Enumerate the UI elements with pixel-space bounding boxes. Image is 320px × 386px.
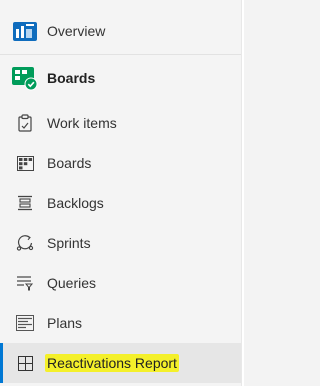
query-icon: [12, 270, 38, 296]
nav-item-label: Plans: [47, 315, 83, 331]
plans-icon: [12, 310, 38, 336]
board-icon: [12, 150, 38, 176]
active-indicator: [0, 343, 3, 383]
divider: [0, 54, 241, 55]
nav-item-label: Queries: [47, 275, 97, 291]
nav-item-label: Backlogs: [47, 195, 104, 211]
overview-icon: [12, 18, 38, 44]
nav-item-label: Sprints: [47, 235, 91, 251]
nav-section-label: Boards: [47, 70, 96, 86]
scrollbar-track[interactable]: [241, 0, 244, 386]
sprint-icon: [12, 230, 38, 256]
nav-item-plans[interactable]: Plans: [0, 303, 241, 343]
nav-item-overview[interactable]: Overview: [0, 11, 241, 51]
nav-item-queries[interactable]: Queries: [0, 263, 241, 303]
nav-item-label: Reactivations Report: [45, 354, 179, 372]
clipboard-icon: [12, 110, 38, 136]
nav-item-work-items[interactable]: Work items: [0, 103, 241, 143]
nav-item-sprints[interactable]: Sprints: [0, 223, 241, 263]
nav-item-label: Work items: [47, 115, 117, 131]
navigation-sidebar: Overview Boards Work items Boards Backlo…: [0, 0, 244, 386]
nav-item-boards[interactable]: Boards: [0, 143, 241, 183]
grid-icon: [12, 350, 38, 376]
nav-section-boards[interactable]: Boards: [0, 58, 241, 98]
boards-hub-icon: [12, 65, 38, 91]
nav-item-reactivations-report[interactable]: Reactivations Report: [0, 343, 241, 383]
backlog-icon: [12, 190, 38, 216]
nav-item-label: Boards: [47, 155, 92, 171]
nav-item-backlogs[interactable]: Backlogs: [0, 183, 241, 223]
nav-item-label: Overview: [47, 23, 106, 39]
